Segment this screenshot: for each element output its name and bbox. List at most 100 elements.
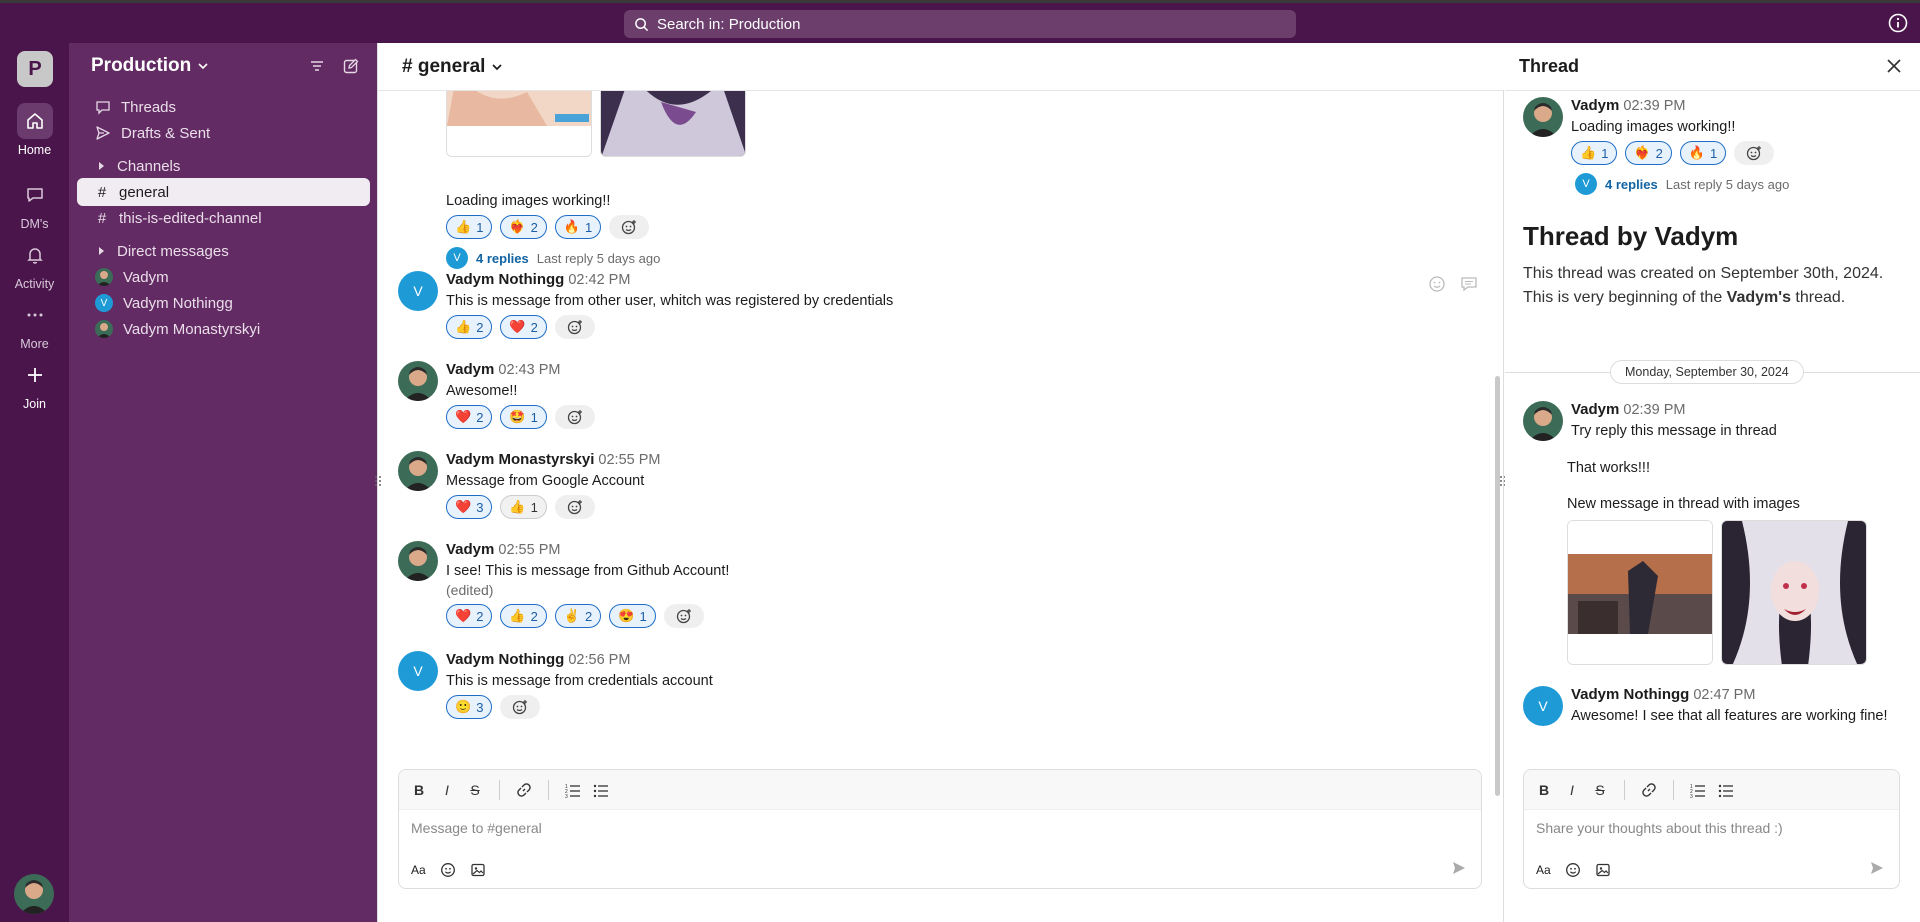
message-author[interactable]: Vadym bbox=[446, 361, 494, 378]
reaction-chip[interactable]: 🙂 3 bbox=[446, 695, 493, 719]
reaction-chip[interactable]: ❤️ 3 bbox=[446, 495, 493, 519]
channel-header[interactable]: # general bbox=[378, 43, 1504, 91]
reaction-chip[interactable]: 😍 1 bbox=[609, 604, 656, 628]
ordered-list-icon[interactable]: 123 bbox=[1690, 782, 1706, 798]
strikethrough-button[interactable]: S bbox=[1592, 782, 1608, 798]
send-icon[interactable] bbox=[1451, 860, 1467, 876]
reaction-chip[interactable]: 🔥 1 bbox=[1679, 141, 1727, 165]
bullet-list-icon[interactable] bbox=[593, 782, 609, 798]
link-icon[interactable] bbox=[516, 782, 532, 798]
reaction-chip[interactable]: ❤️ 2 bbox=[446, 604, 493, 628]
message-input[interactable]: Message to #general bbox=[399, 810, 1481, 846]
message-list[interactable]: Loading images working!! 👍 1 ❤️‍🔥 2 🔥 1 V 4… bbox=[378, 91, 1504, 801]
sidebar-item-drafts[interactable]: Drafts & Sent bbox=[77, 119, 370, 147]
avatar[interactable] bbox=[398, 361, 438, 401]
reaction-chip[interactable]: 🤩 1 bbox=[500, 405, 547, 429]
rail-dms[interactable]: DM's bbox=[0, 177, 69, 231]
workspace-badge[interactable]: P bbox=[17, 51, 53, 87]
message-composer[interactable]: B I S 123 Message to #general Aa bbox=[398, 769, 1482, 889]
avatar[interactable]: V bbox=[1523, 686, 1563, 726]
thread-composer[interactable]: B I S 123 Share your thoughts about this… bbox=[1523, 769, 1900, 889]
sidebar-item-dm-vadym-nothingg[interactable]: V Vadym Nothingg bbox=[77, 289, 370, 317]
reaction-chip[interactable]: ❤️‍🔥 2 bbox=[1625, 141, 1672, 165]
scrollbar[interactable] bbox=[1495, 376, 1500, 796]
message-author[interactable]: Vadym Nothingg bbox=[446, 271, 564, 288]
rail-more[interactable]: More bbox=[0, 297, 69, 351]
message-author[interactable]: Vadym bbox=[1571, 401, 1619, 418]
reaction-chip[interactable]: ❤️ 2 bbox=[500, 315, 547, 339]
description-text: thread. bbox=[1790, 289, 1846, 306]
close-icon[interactable] bbox=[1886, 58, 1902, 74]
reaction-bar: ❤️ 3 👍 1 bbox=[446, 495, 660, 519]
thread-replies-link[interactable]: V 4 replies Last reply 5 days ago bbox=[446, 247, 660, 269]
message-author[interactable]: Vadym bbox=[446, 541, 494, 558]
message-author[interactable]: Vadym Monastyrskyi bbox=[446, 451, 594, 468]
add-reaction-button[interactable] bbox=[554, 315, 595, 339]
thread-replies-link[interactable]: V 4 replies Last reply 5 days ago bbox=[1575, 173, 1789, 195]
reply-in-thread-icon[interactable] bbox=[1460, 275, 1478, 293]
drag-handle-icon[interactable] bbox=[374, 474, 382, 488]
sidebar-section-channels[interactable]: Channels bbox=[77, 152, 370, 180]
message-image[interactable] bbox=[446, 91, 592, 157]
bold-button[interactable]: B bbox=[1536, 782, 1552, 798]
message-author[interactable]: Vadym Nothingg bbox=[1571, 686, 1689, 703]
thread-image[interactable] bbox=[1721, 520, 1867, 665]
reaction-chip[interactable]: 👍 1 bbox=[446, 215, 493, 239]
emoji-icon[interactable] bbox=[1428, 275, 1446, 293]
reaction-chip[interactable]: ❤️‍🔥 2 bbox=[500, 215, 547, 239]
rail-join[interactable]: Join bbox=[0, 357, 69, 411]
avatar[interactable]: V bbox=[398, 271, 438, 311]
add-reaction-button[interactable] bbox=[663, 604, 704, 628]
ordered-list-icon[interactable]: 123 bbox=[565, 782, 581, 798]
strikethrough-button[interactable]: S bbox=[467, 782, 483, 798]
search-bar[interactable]: Search in: Production bbox=[624, 10, 1296, 38]
sidebar-item-channel-general[interactable]: # general bbox=[77, 178, 370, 206]
reaction-chip[interactable]: 🔥 1 bbox=[554, 215, 602, 239]
add-reaction-button[interactable] bbox=[609, 215, 650, 239]
message-author[interactable]: Vadym bbox=[1571, 97, 1619, 114]
image-upload-icon[interactable] bbox=[470, 862, 486, 878]
add-reaction-button[interactable] bbox=[554, 495, 595, 519]
text-format-icon[interactable]: Aa bbox=[411, 863, 426, 877]
message-author[interactable]: Vadym Nothingg bbox=[446, 651, 564, 668]
add-reaction-button[interactable] bbox=[554, 405, 595, 429]
user-avatar[interactable] bbox=[14, 874, 54, 914]
reaction-chip[interactable]: ✌️ 2 bbox=[554, 604, 602, 628]
thread-image[interactable] bbox=[1567, 520, 1713, 665]
link-icon[interactable] bbox=[1641, 782, 1657, 798]
avatar[interactable]: V bbox=[398, 651, 438, 691]
sidebar-item-threads[interactable]: Threads bbox=[77, 93, 370, 121]
rail-activity[interactable]: Activity bbox=[0, 237, 69, 291]
emoji-icon[interactable] bbox=[1565, 862, 1581, 878]
reaction-chip[interactable]: 👍 2 bbox=[500, 604, 547, 628]
avatar[interactable] bbox=[1523, 97, 1563, 137]
italic-button[interactable]: I bbox=[1564, 782, 1580, 798]
avatar[interactable] bbox=[1523, 401, 1563, 441]
italic-button[interactable]: I bbox=[439, 782, 455, 798]
rail-home[interactable]: Home bbox=[0, 103, 69, 157]
sidebar-section-dms[interactable]: Direct messages bbox=[77, 237, 370, 265]
avatar[interactable] bbox=[398, 541, 438, 581]
text-format-icon[interactable]: Aa bbox=[1536, 863, 1551, 877]
reaction-chip[interactable]: 👍 1 bbox=[1571, 141, 1618, 165]
message-image[interactable] bbox=[600, 91, 746, 157]
add-reaction-button[interactable] bbox=[500, 695, 541, 719]
image-upload-icon[interactable] bbox=[1595, 862, 1611, 878]
reaction-chip[interactable]: 👍 1 bbox=[500, 495, 547, 519]
bold-button[interactable]: B bbox=[411, 782, 427, 798]
thread-input[interactable]: Share your thoughts about this thread :) bbox=[1524, 810, 1899, 846]
info-icon[interactable] bbox=[1888, 13, 1908, 33]
send-icon[interactable] bbox=[1869, 860, 1885, 876]
sidebar-item-dm-vadym[interactable]: Vadym bbox=[77, 263, 370, 291]
filter-icon[interactable] bbox=[308, 57, 326, 75]
sidebar-item-channel-edited[interactable]: # this-is-edited-channel bbox=[77, 204, 370, 232]
sidebar-item-dm-vadym-monastyrskyi[interactable]: Vadym Monastyrskyi bbox=[77, 315, 370, 343]
compose-icon[interactable] bbox=[342, 57, 360, 75]
workspace-title[interactable]: Production bbox=[91, 55, 209, 77]
add-reaction-button[interactable] bbox=[1734, 141, 1775, 165]
bullet-list-icon[interactable] bbox=[1718, 782, 1734, 798]
avatar[interactable] bbox=[398, 451, 438, 491]
reaction-chip[interactable]: ❤️ 2 bbox=[446, 405, 493, 429]
emoji-icon[interactable] bbox=[440, 862, 456, 878]
reaction-chip[interactable]: 👍 2 bbox=[446, 315, 493, 339]
